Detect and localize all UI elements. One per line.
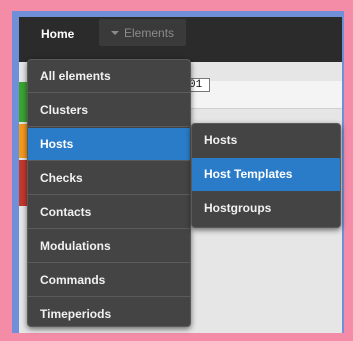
menu-item-timeperiods[interactable]: Timeperiods [28,298,190,331]
menu-item-modulations[interactable]: Modulations [28,230,190,263]
nav-elements-text: Elements [124,26,175,40]
hosts-submenu: Hosts Host Templates Hostgroups [191,123,341,228]
menu-item-commands[interactable]: Commands [28,264,190,297]
submenu-item-host-templates[interactable]: Host Templates [192,158,340,191]
elements-menu: All elements Clusters Hosts Checks Conta… [27,59,191,327]
nav-home-link[interactable]: Home [41,27,74,41]
menu-item-clusters[interactable]: Clusters [28,94,190,127]
submenu-item-hostgroups[interactable]: Hostgroups [192,192,340,225]
nav-elements-label: Elements [111,26,174,40]
nav-elements-dropdown[interactable]: Elements [99,19,186,46]
submenu-item-hosts[interactable]: Hosts [192,124,340,157]
caret-down-icon [111,31,119,35]
menu-item-checks[interactable]: Checks [28,162,190,195]
menu-item-contacts[interactable]: Contacts [28,196,190,229]
menu-item-all-elements[interactable]: All elements [28,60,190,93]
menu-item-hosts[interactable]: Hosts [28,128,190,161]
